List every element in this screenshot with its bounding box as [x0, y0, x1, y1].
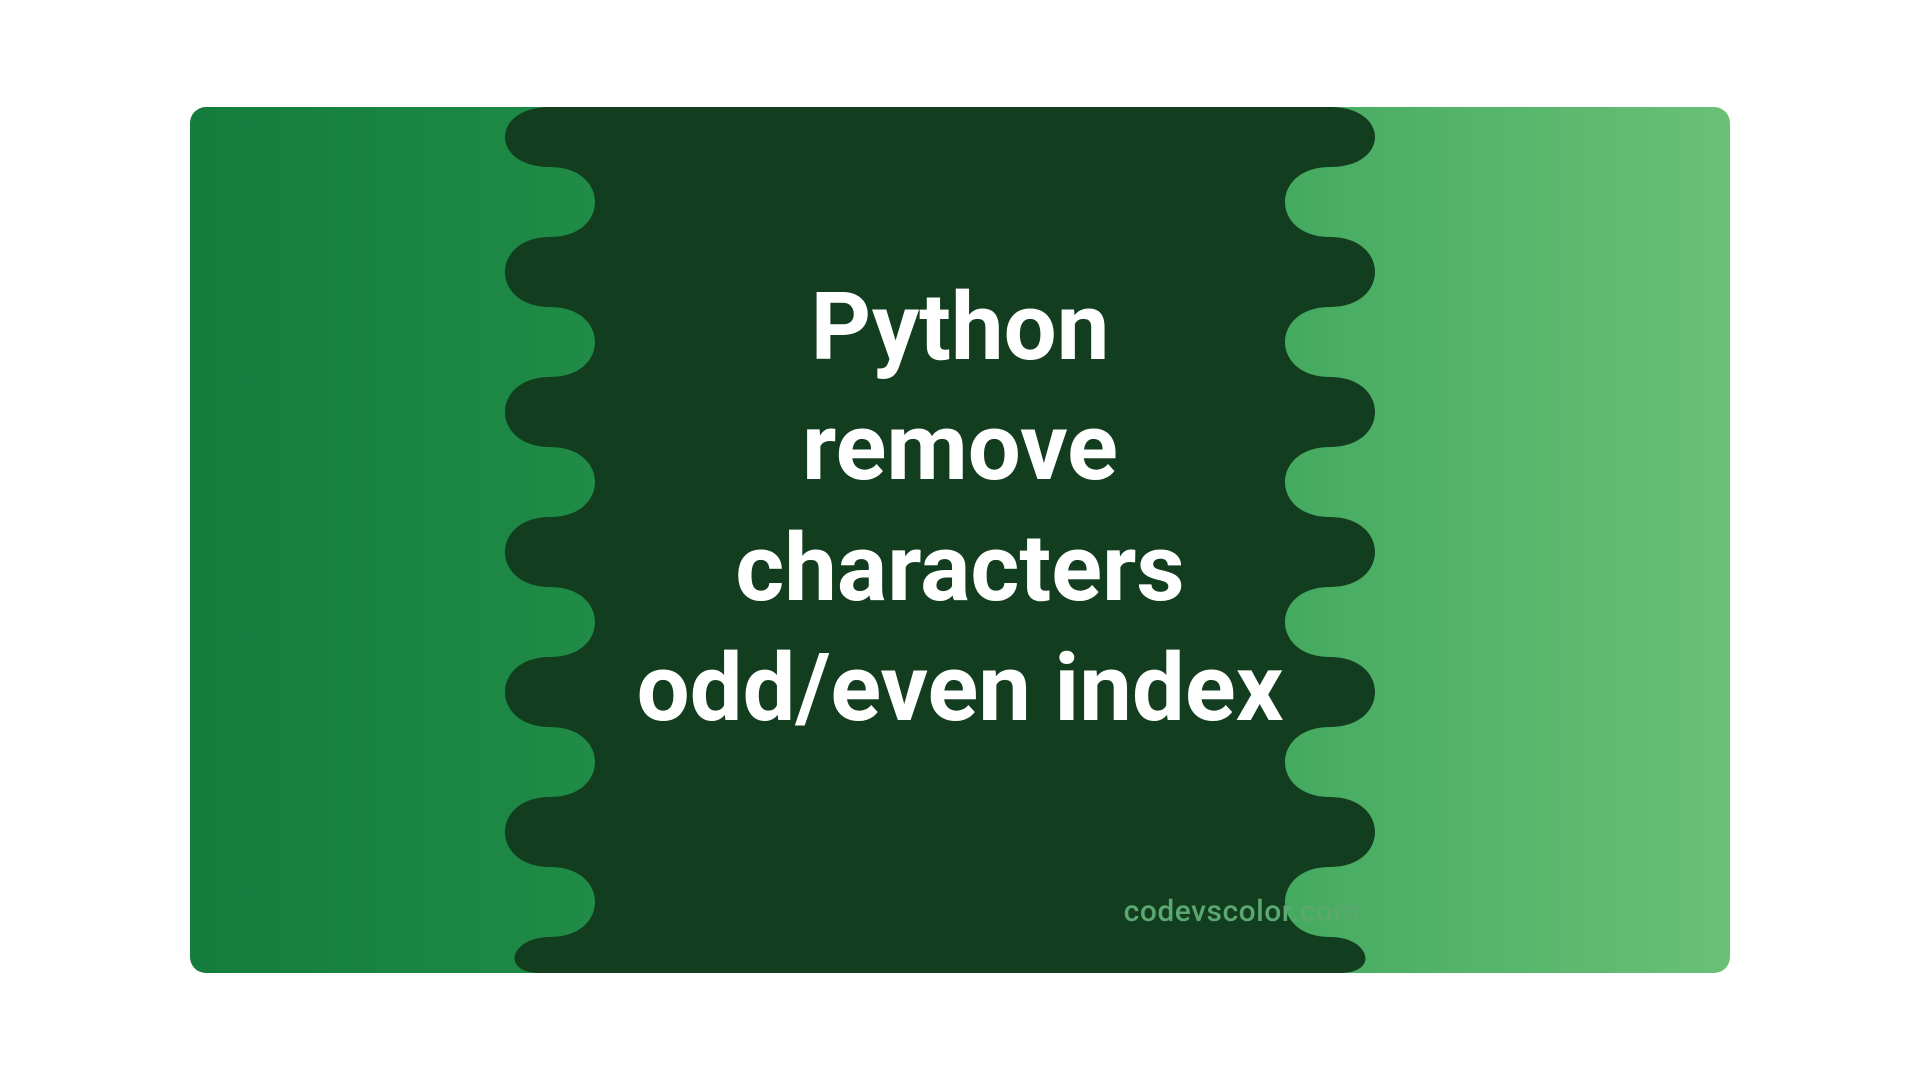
- watermark-text: codevscolor.com: [1124, 894, 1360, 929]
- banner-card: Python remove characters odd/even index …: [190, 107, 1730, 973]
- banner-title: Python remove characters odd/even index: [637, 267, 1284, 748]
